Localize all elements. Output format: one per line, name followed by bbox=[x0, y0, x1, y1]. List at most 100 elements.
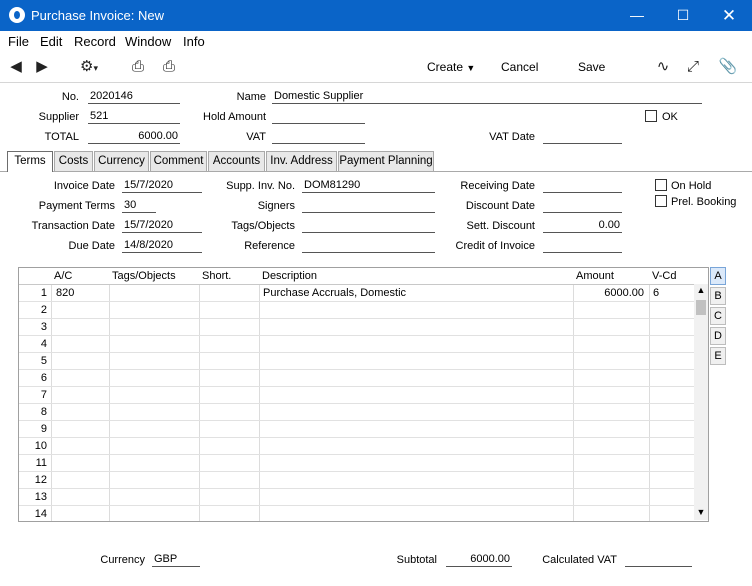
matrix-tab-c[interactable]: C bbox=[710, 307, 726, 325]
scrollbar-thumb[interactable] bbox=[696, 300, 706, 315]
print-icon[interactable]: ⎙ bbox=[127, 56, 149, 78]
no-field[interactable]: 2020146 bbox=[88, 90, 180, 104]
reference-field[interactable] bbox=[302, 239, 435, 253]
invoice-date-field[interactable]: 15/7/2020 bbox=[122, 179, 202, 193]
row-number: 12 bbox=[34, 474, 47, 486]
tab-terms[interactable]: Terms bbox=[7, 151, 53, 172]
table-row[interactable]: 13 bbox=[19, 489, 708, 506]
cell-ac[interactable]: 820 bbox=[56, 285, 106, 301]
row-number: 6 bbox=[40, 372, 47, 384]
supp-inv-no-label: Supp. Inv. No. bbox=[226, 180, 295, 192]
tab-comment[interactable]: Comment bbox=[150, 151, 207, 171]
cancel-button[interactable]: Cancel bbox=[501, 60, 538, 74]
matrix-tab-e[interactable]: E bbox=[710, 347, 726, 365]
table-row[interactable]: 10 bbox=[19, 438, 708, 455]
receiving-date-label: Receiving Date bbox=[460, 180, 535, 192]
table-row[interactable]: 4 bbox=[19, 336, 708, 353]
activity-icon[interactable]: ∿ bbox=[652, 56, 674, 78]
scroll-down-icon[interactable]: ▼ bbox=[695, 506, 707, 518]
credit-of-invoice-label: Credit of Invoice bbox=[455, 240, 535, 252]
cell-description[interactable]: Purchase Accruals, Domestic bbox=[263, 285, 571, 301]
prel-booking-checkbox[interactable] bbox=[655, 195, 667, 207]
subtotal-label: Subtotal bbox=[396, 554, 437, 566]
menu-file[interactable]: File bbox=[8, 34, 29, 49]
previous-record-icon[interactable]: ◀ bbox=[5, 56, 27, 78]
vat-date-field[interactable] bbox=[543, 130, 622, 144]
row-number: 14 bbox=[34, 508, 47, 520]
due-date-label: Due Date bbox=[68, 240, 115, 252]
table-row[interactable]: 5 bbox=[19, 353, 708, 370]
table-row[interactable]: 6 bbox=[19, 370, 708, 387]
signers-field[interactable] bbox=[302, 199, 435, 213]
cell-amount[interactable]: 6000.00 bbox=[575, 285, 644, 301]
menu-window[interactable]: Window bbox=[125, 34, 171, 49]
menu-info[interactable]: Info bbox=[183, 34, 205, 49]
row-number: 5 bbox=[40, 355, 47, 367]
minimize-button[interactable]: — bbox=[614, 0, 660, 31]
table-row[interactable]: 7 bbox=[19, 387, 708, 404]
grid-scrollbar[interactable]: ▲ ▼ bbox=[694, 284, 708, 520]
discount-date-field[interactable] bbox=[543, 199, 622, 213]
vat-label: VAT bbox=[246, 131, 266, 143]
rows-grid: A/C Tags/Objects Short. Description Amou… bbox=[18, 267, 709, 522]
row-number: 2 bbox=[40, 304, 47, 316]
matrix-tab-a[interactable]: A bbox=[710, 267, 726, 285]
table-row[interactable]: 2 bbox=[19, 302, 708, 319]
menu-record[interactable]: Record bbox=[74, 34, 116, 49]
name-field[interactable]: Domestic Supplier bbox=[272, 90, 702, 104]
table-row[interactable]: 12 bbox=[19, 472, 708, 489]
calculated-vat-label: Calculated VAT bbox=[542, 554, 617, 566]
transaction-date-label: Transaction Date bbox=[31, 220, 115, 232]
tab-payment-planning[interactable]: Payment Planning bbox=[338, 151, 434, 171]
close-button[interactable]: ✕ bbox=[706, 0, 752, 31]
save-button[interactable]: Save bbox=[578, 60, 605, 74]
matrix-tab-d[interactable]: D bbox=[710, 327, 726, 345]
row-number: 4 bbox=[40, 338, 47, 350]
title-bar: Purchase Invoice: New — ☐ ✕ bbox=[0, 0, 752, 31]
supplier-field[interactable]: 521 bbox=[88, 110, 180, 124]
maximize-button[interactable]: ☐ bbox=[660, 0, 706, 31]
credit-of-invoice-field[interactable] bbox=[543, 239, 622, 253]
ok-checkbox[interactable] bbox=[645, 110, 657, 122]
tab-currency[interactable]: Currency bbox=[94, 151, 149, 171]
tab-accounts[interactable]: Accounts bbox=[208, 151, 265, 171]
tab-costs[interactable]: Costs bbox=[54, 151, 93, 171]
col-header-ac: A/C bbox=[54, 270, 73, 282]
sett-discount-field[interactable]: 0.00 bbox=[543, 219, 622, 233]
hold-amount-field[interactable] bbox=[272, 110, 365, 124]
matrix-tab-b[interactable]: B bbox=[710, 287, 726, 305]
receiving-date-field[interactable] bbox=[543, 179, 622, 193]
table-row[interactable]: 9 bbox=[19, 421, 708, 438]
table-row[interactable]: 11 bbox=[19, 455, 708, 472]
supp-inv-no-field[interactable]: DOM81290 bbox=[302, 179, 435, 193]
expand-icon[interactable]: ⤢ bbox=[682, 56, 704, 78]
tags-objects-field[interactable] bbox=[302, 219, 435, 233]
create-button[interactable]: Create ▼ bbox=[427, 60, 475, 74]
grid-header: A/C Tags/Objects Short. Description Amou… bbox=[19, 268, 708, 285]
col-header-amount: Amount bbox=[576, 270, 614, 282]
tab-inv-address[interactable]: Inv. Address bbox=[266, 151, 337, 171]
vat-field[interactable] bbox=[272, 130, 365, 144]
table-row[interactable]: 3 bbox=[19, 319, 708, 336]
table-row[interactable]: 14 bbox=[19, 506, 708, 521]
currency-field[interactable]: GBP bbox=[152, 553, 200, 567]
sett-discount-label: Sett. Discount bbox=[466, 220, 535, 232]
payment-terms-field[interactable]: 30 bbox=[122, 199, 156, 213]
attachment-icon[interactable]: 📎 bbox=[717, 56, 739, 78]
due-date-field[interactable]: 14/8/2020 bbox=[122, 239, 202, 253]
table-row[interactable]: 1 820 Purchase Accruals, Domestic 6000.00 6 bbox=[19, 285, 708, 302]
ok-label: OK bbox=[662, 111, 678, 123]
next-record-icon[interactable]: ▶ bbox=[31, 56, 53, 78]
subtotal-field: 6000.00 bbox=[446, 553, 512, 567]
menu-edit[interactable]: Edit bbox=[40, 34, 62, 49]
settings-gear-icon[interactable]: ⚙▾ bbox=[74, 56, 104, 78]
print-preview-icon[interactable]: ⎙ bbox=[158, 56, 180, 78]
scroll-up-icon[interactable]: ▲ bbox=[695, 284, 707, 296]
table-row[interactable]: 8 bbox=[19, 404, 708, 421]
cell-vcd[interactable]: 6 bbox=[653, 285, 693, 301]
signers-label: Signers bbox=[257, 200, 295, 212]
on-hold-checkbox[interactable] bbox=[655, 179, 667, 191]
row-number: 3 bbox=[40, 321, 47, 333]
total-field: 6000.00 bbox=[88, 130, 180, 144]
transaction-date-field[interactable]: 15/7/2020 bbox=[122, 219, 202, 233]
